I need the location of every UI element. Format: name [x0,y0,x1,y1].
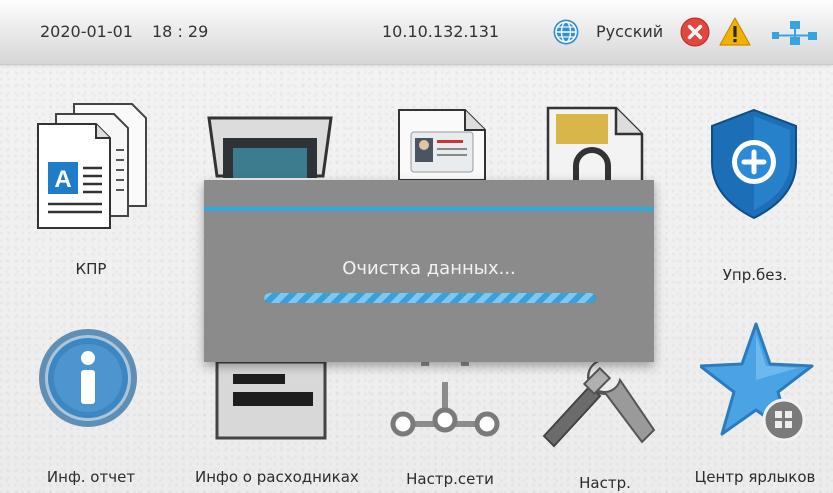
tile-label: Настр.сети [406,470,494,488]
id-card-copy-icon [398,109,486,180]
tile-label: Центр ярлыков [694,468,816,486]
tile-label: Инфо о расходниках [195,468,359,486]
progress-fill [264,293,596,303]
svg-text:A: A [54,166,71,193]
tile-copy[interactable]: A КПР [16,90,166,290]
time-text: 18 : 29 [152,22,209,41]
language-button[interactable]: Русский [596,22,663,41]
ip-address: 10.10.132.131 [382,22,500,41]
info-icon [39,329,137,427]
tile-security[interactable]: Упр.без. [680,90,830,290]
tile-shortcut-center[interactable]: Центр ярлыков [680,310,830,490]
tile-info-report[interactable]: Инф. отчет [16,310,166,490]
dialog-accent-line [204,207,654,211]
tile-label: Инф. отчет [46,468,136,486]
network-icon[interactable] [770,19,820,47]
tools-icon [542,359,656,448]
progress-dialog: Очистка данных... [204,180,654,362]
toner-cartridge-icon [215,360,327,440]
progress-bar [264,293,596,303]
scanner-icon [207,116,333,178]
secure-document-icon [546,106,644,182]
tile-label: Упр.без. [722,266,788,284]
error-icon[interactable] [680,17,710,47]
globe-icon[interactable] [552,18,580,46]
shortcut-center-icon [700,322,814,442]
tile-label: КПР [75,260,107,278]
warning-icon[interactable] [718,16,752,48]
dialog-message: Очистка данных... [342,258,516,279]
network-settings-icon [390,362,500,437]
tile-label: Настр. [579,474,631,492]
date-text: 2020-01-01 [40,22,133,41]
copy-document-icon: A [37,103,147,229]
status-bar: 2020-01-01 18 : 29 10.10.132.131 Русский [0,0,833,65]
security-shield-icon [711,108,797,220]
